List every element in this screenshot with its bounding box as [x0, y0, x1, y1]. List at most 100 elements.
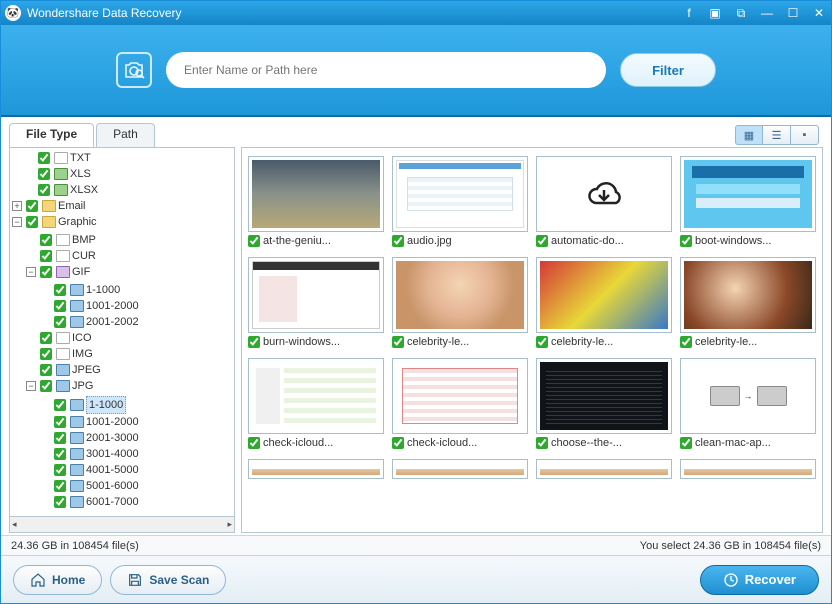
collapse-icon[interactable]: − [26, 381, 36, 391]
thumbnail-item[interactable]: celebrity-le... [680, 257, 816, 348]
range-icon [70, 399, 84, 411]
thumbnail-item[interactable] [248, 459, 384, 479]
thumb-label: audio.jpg [407, 235, 452, 247]
footer-bar: Home Save Scan Recover [1, 555, 831, 603]
range-icon [70, 300, 84, 312]
tree-scrollbar[interactable]: ◂▸ [9, 517, 235, 533]
thumb-check[interactable] [248, 336, 260, 348]
thumbnail-item[interactable]: burn-windows... [248, 257, 384, 348]
thumbnail-grid[interactable]: at-the-geniu... audio.jpg automatic-do..… [241, 147, 823, 533]
thumbnail-item[interactable]: celebrity-le... [536, 257, 672, 348]
thumb-check[interactable] [392, 437, 404, 449]
thumb-check[interactable] [392, 235, 404, 247]
thumbnail-item[interactable]: at-the-geniu... [248, 156, 384, 247]
tree-check[interactable] [54, 300, 66, 312]
thumbnail-item[interactable] [680, 459, 816, 479]
thumbnail-item[interactable]: automatic-do... [536, 156, 672, 247]
thumb-check[interactable] [536, 336, 548, 348]
range-icon [70, 316, 84, 328]
thumbnail-item[interactable] [392, 459, 528, 479]
tree-check[interactable] [40, 364, 52, 376]
thumb-check[interactable] [680, 336, 692, 348]
thumbnail-item[interactable]: check-icloud... [392, 358, 528, 449]
tree-check[interactable] [38, 152, 50, 164]
tree-check[interactable] [54, 448, 66, 460]
view-thumbnails-button[interactable]: ▦ [735, 125, 763, 145]
view-list-button[interactable]: ☰ [763, 125, 791, 145]
tree-check[interactable] [40, 250, 52, 262]
tree-check[interactable] [54, 316, 66, 328]
tree-check[interactable] [54, 464, 66, 476]
tree-label: 6001-7000 [86, 494, 139, 510]
tree-label: 1001-2000 [86, 298, 139, 314]
expand-icon[interactable]: + [12, 201, 22, 211]
thumbnail-item[interactable]: choose--the-... [536, 358, 672, 449]
tree-label: IMG [72, 346, 93, 362]
home-label: Home [52, 573, 85, 587]
file-type-tree[interactable]: TXT XLS XLSX +Email −Graphic BMP CUR −GI… [9, 147, 235, 517]
collapse-icon[interactable]: − [26, 267, 36, 277]
tree-check[interactable] [40, 348, 52, 360]
minimize-icon[interactable]: — [759, 5, 775, 21]
thumb-check[interactable] [248, 235, 260, 247]
thumbnail-item[interactable]: celebrity-le... [392, 257, 528, 348]
tree-check[interactable] [38, 184, 50, 196]
tree-label: GIF [72, 264, 90, 280]
thumb-check[interactable] [680, 235, 692, 247]
tree-label: 1001-2000 [86, 414, 139, 430]
save-scan-button[interactable]: Save Scan [110, 565, 226, 595]
recover-button[interactable]: Recover [700, 565, 819, 595]
tree-check[interactable] [26, 216, 38, 228]
tree-label: ICO [72, 330, 92, 346]
tree-check[interactable] [26, 200, 38, 212]
thumb-check[interactable] [680, 437, 692, 449]
thumb-check[interactable] [248, 437, 260, 449]
home-button[interactable]: Home [13, 565, 102, 595]
thumb-label: automatic-do... [551, 235, 624, 247]
file-icon [56, 250, 70, 262]
tree-check[interactable] [54, 284, 66, 296]
app-window: 🐼 Wondershare Data Recovery f ▣ ⧉ — ☐ ✕ … [0, 0, 832, 604]
home-icon [30, 572, 46, 588]
tree-check[interactable] [54, 399, 66, 411]
close-icon[interactable]: ✕ [811, 5, 827, 21]
tree-check[interactable] [54, 496, 66, 508]
tree-label: TXT [70, 150, 91, 166]
thumbnail-item[interactable] [536, 459, 672, 479]
title-bar: 🐼 Wondershare Data Recovery f ▣ ⧉ — ☐ ✕ [1, 1, 831, 25]
view-preview-button[interactable]: ▪ [791, 125, 819, 145]
share-icon[interactable]: ▣ [707, 5, 723, 21]
tree-label: XLSX [70, 182, 98, 198]
thumbnail-item[interactable]: check-icloud... [248, 358, 384, 449]
maximize-icon[interactable]: ☐ [785, 5, 801, 21]
tree-label: 2001-2002 [86, 314, 139, 330]
tab-file-type[interactable]: File Type [9, 123, 94, 147]
tree-check[interactable] [54, 480, 66, 492]
thumb-check[interactable] [536, 235, 548, 247]
thumb-check[interactable] [536, 437, 548, 449]
thumbnail-item[interactable]: audio.jpg [392, 156, 528, 247]
tree-check[interactable] [38, 168, 50, 180]
tree-check[interactable] [54, 416, 66, 428]
status-selected: You select 24.36 GB in 108454 file(s) [640, 540, 821, 552]
settings-icon[interactable]: ⧉ [733, 5, 749, 21]
tree-check[interactable] [40, 234, 52, 246]
thumb-label: celebrity-le... [551, 336, 613, 348]
thumbnail-item[interactable]: →clean-mac-ap... [680, 358, 816, 449]
tree-check[interactable] [40, 266, 52, 278]
tree-check[interactable] [40, 332, 52, 344]
range-icon [70, 416, 84, 428]
tree-check[interactable] [40, 380, 52, 392]
thumbnail-item[interactable]: boot-windows... [680, 156, 816, 247]
tree-check[interactable] [54, 432, 66, 444]
file-icon [54, 168, 68, 180]
facebook-icon[interactable]: f [681, 5, 697, 21]
search-input[interactable] [166, 52, 606, 88]
thumb-label: celebrity-le... [695, 336, 757, 348]
tree-label-selected[interactable]: 1-1000 [86, 396, 126, 414]
thumb-check[interactable] [392, 336, 404, 348]
thumb-label: clean-mac-ap... [695, 437, 771, 449]
filter-button[interactable]: Filter [620, 53, 716, 87]
collapse-icon[interactable]: − [12, 217, 22, 227]
tab-path[interactable]: Path [96, 123, 155, 147]
